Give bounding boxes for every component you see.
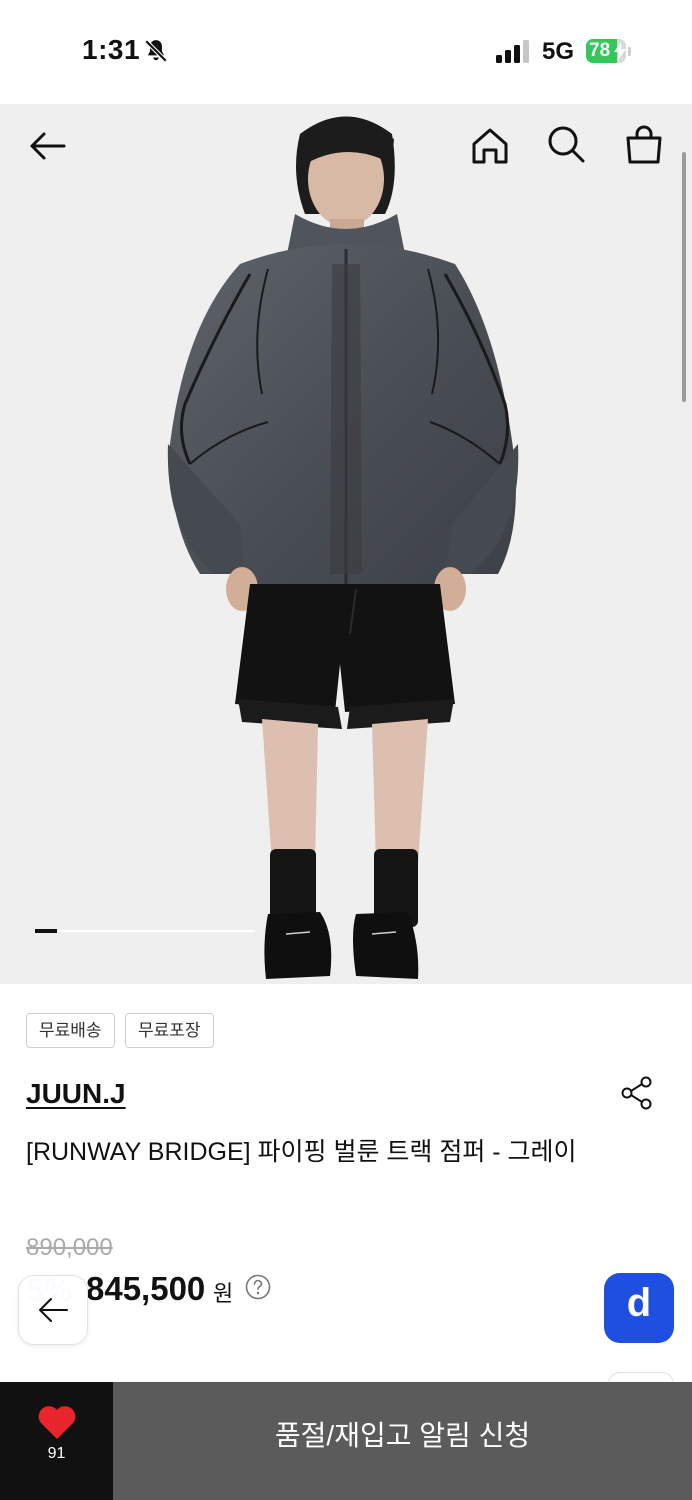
back-arrow-icon <box>39 1298 68 1322</box>
floating-back-button[interactable] <box>18 1275 88 1345</box>
tag-free-shipping: 무료배송 <box>26 1013 115 1048</box>
battery-level: 78 <box>589 40 611 61</box>
like-count: 91 <box>47 1445 66 1462</box>
product-photo <box>0 104 692 984</box>
brand-link[interactable]: JUUN.J <box>26 1078 126 1110</box>
bolt-icon <box>614 42 626 60</box>
battery-charging-icon: 78 <box>586 39 632 65</box>
price-currency: 원 <box>213 1281 234 1306</box>
product-image-gallery[interactable] <box>0 104 692 984</box>
question-circle-icon[interactable] <box>245 1274 271 1300</box>
network-type: 5G <box>542 38 575 65</box>
tag-free-wrapping: 무료포장 <box>125 1013 214 1048</box>
d-app-label: d <box>626 1281 652 1325</box>
heart-icon <box>38 1406 76 1439</box>
home-icon[interactable] <box>468 124 512 168</box>
bottom-action-bar: 91 품절/재입고 알림 신청 <box>0 1382 692 1500</box>
bell-slash-icon <box>144 39 168 63</box>
sale-price: 845,500 <box>86 1270 206 1307</box>
status-time: 1:31 <box>82 34 141 65</box>
cellular-signal-icon <box>496 40 529 63</box>
search-icon[interactable] <box>544 122 588 166</box>
like-button[interactable]: 91 <box>0 1382 113 1500</box>
original-price: 890,000 <box>26 1234 113 1261</box>
shopping-bag-icon[interactable] <box>622 122 666 166</box>
gallery-pager-active <box>35 929 57 933</box>
restock-alert-label: 품절/재입고 알림 신청 <box>274 1420 531 1451</box>
d-app-button[interactable]: d <box>604 1273 674 1343</box>
share-icon[interactable] <box>620 1076 654 1110</box>
status-bar: 1:31 5G 78 <box>0 0 692 104</box>
product-title: [RUNWAY BRIDGE] 파이핑 벌룬 트랙 점퍼 - 그레이 <box>26 1138 577 1166</box>
back-arrow-icon[interactable] <box>26 124 70 168</box>
gallery-pager <box>35 929 255 933</box>
page-scrollbar[interactable] <box>682 152 686 402</box>
restock-alert-button[interactable]: 품절/재입고 알림 신청 <box>113 1382 692 1500</box>
